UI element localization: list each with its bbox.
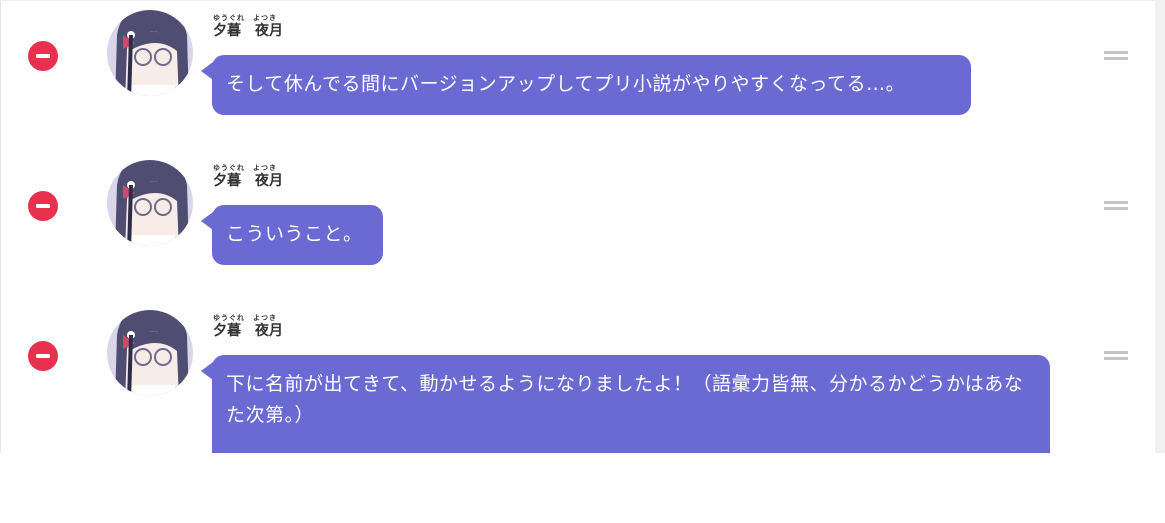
drag-handle-icon[interactable] bbox=[1104, 201, 1128, 211]
drag-handle-icon[interactable] bbox=[1104, 51, 1128, 61]
bubble-tail bbox=[201, 212, 213, 230]
character-avatar bbox=[107, 305, 193, 401]
speaker-ruby: ゆうぐれ よつき bbox=[213, 314, 277, 322]
scrollbar[interactable] bbox=[1155, 0, 1165, 453]
message-row: ゆうぐれ よつき 夕暮 夜月 そして休んでる間にバージョンアップしてプリ小説がや… bbox=[0, 0, 1155, 150]
message-bubble[interactable]: こういうこと。 bbox=[201, 205, 383, 265]
minus-icon bbox=[36, 204, 50, 208]
remove-message-button[interactable] bbox=[28, 341, 58, 371]
speaker-name: ゆうぐれ よつき 夕暮 夜月 bbox=[213, 14, 283, 39]
character-avatar bbox=[107, 5, 193, 101]
drag-handle-icon[interactable] bbox=[1104, 351, 1128, 361]
remove-message-button[interactable] bbox=[28, 191, 58, 221]
speaker-name: ゆうぐれ よつき 夕暮 夜月 bbox=[213, 164, 283, 189]
speaker-ruby: ゆうぐれ よつき bbox=[213, 14, 277, 22]
speaker-name: ゆうぐれ よつき 夕暮 夜月 bbox=[213, 314, 283, 339]
message-text: 下に名前が出てきて、動かせるようになりましたよ！（語彙力皆無、分かるかどうかはあ… bbox=[226, 373, 1024, 426]
message-text: そして休んでる間にバージョンアップしてプリ小説がやりやすくなってる…。 bbox=[226, 73, 906, 95]
remove-message-button[interactable] bbox=[28, 41, 58, 71]
bubble-tail bbox=[201, 362, 213, 380]
message-row: ゆうぐれ よつき 夕暮 夜月 こういうこと。 bbox=[0, 150, 1155, 300]
message-row: ゆうぐれ よつき 夕暮 夜月 下に名前が出てきて、動かせるようになりましたよ！（… bbox=[0, 300, 1155, 453]
minus-icon bbox=[36, 54, 50, 58]
speaker-name-text: 夕暮 夜月 bbox=[213, 323, 283, 339]
character-avatar bbox=[107, 155, 193, 251]
message-bubble[interactable]: そして休んでる間にバージョンアップしてプリ小説がやりやすくなってる…。 bbox=[201, 55, 971, 115]
bubble-tail bbox=[201, 62, 213, 80]
speaker-ruby: ゆうぐれ よつき bbox=[213, 164, 277, 172]
message-text: こういうこと。 bbox=[226, 223, 363, 245]
speaker-name-text: 夕暮 夜月 bbox=[213, 23, 283, 39]
chat-editor-panel: ゆうぐれ よつき 夕暮 夜月 そして休んでる間にバージョンアップしてプリ小説がや… bbox=[0, 0, 1155, 453]
minus-icon bbox=[36, 354, 50, 358]
speaker-name-text: 夕暮 夜月 bbox=[213, 173, 283, 189]
message-bubble[interactable]: 下に名前が出てきて、動かせるようになりましたよ！（語彙力皆無、分かるかどうかはあ… bbox=[201, 355, 1050, 453]
